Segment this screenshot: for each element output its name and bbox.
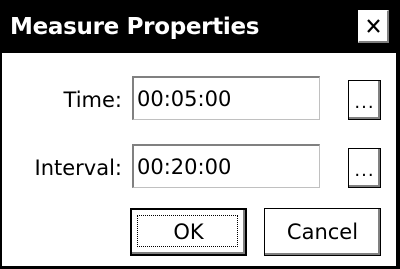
time-input[interactable] xyxy=(132,76,320,120)
close-button[interactable] xyxy=(358,10,389,43)
focus-rectangle xyxy=(137,215,238,247)
time-browse-button[interactable]: ... xyxy=(348,80,381,120)
measure-properties-dialog: Measure Properties Time: ... Interval: .… xyxy=(0,0,400,269)
cancel-button[interactable]: Cancel xyxy=(264,208,381,256)
ok-button[interactable]: OK xyxy=(130,208,247,256)
interval-label: Interval: xyxy=(34,156,123,180)
interval-input[interactable] xyxy=(132,144,320,188)
interval-browse-button[interactable]: ... xyxy=(348,148,381,188)
cancel-label: Cancel xyxy=(286,220,359,244)
close-icon xyxy=(367,19,380,33)
dialog-title: Measure Properties xyxy=(10,14,260,40)
time-label: Time: xyxy=(63,88,122,112)
title-bar: Measure Properties xyxy=(2,2,396,53)
